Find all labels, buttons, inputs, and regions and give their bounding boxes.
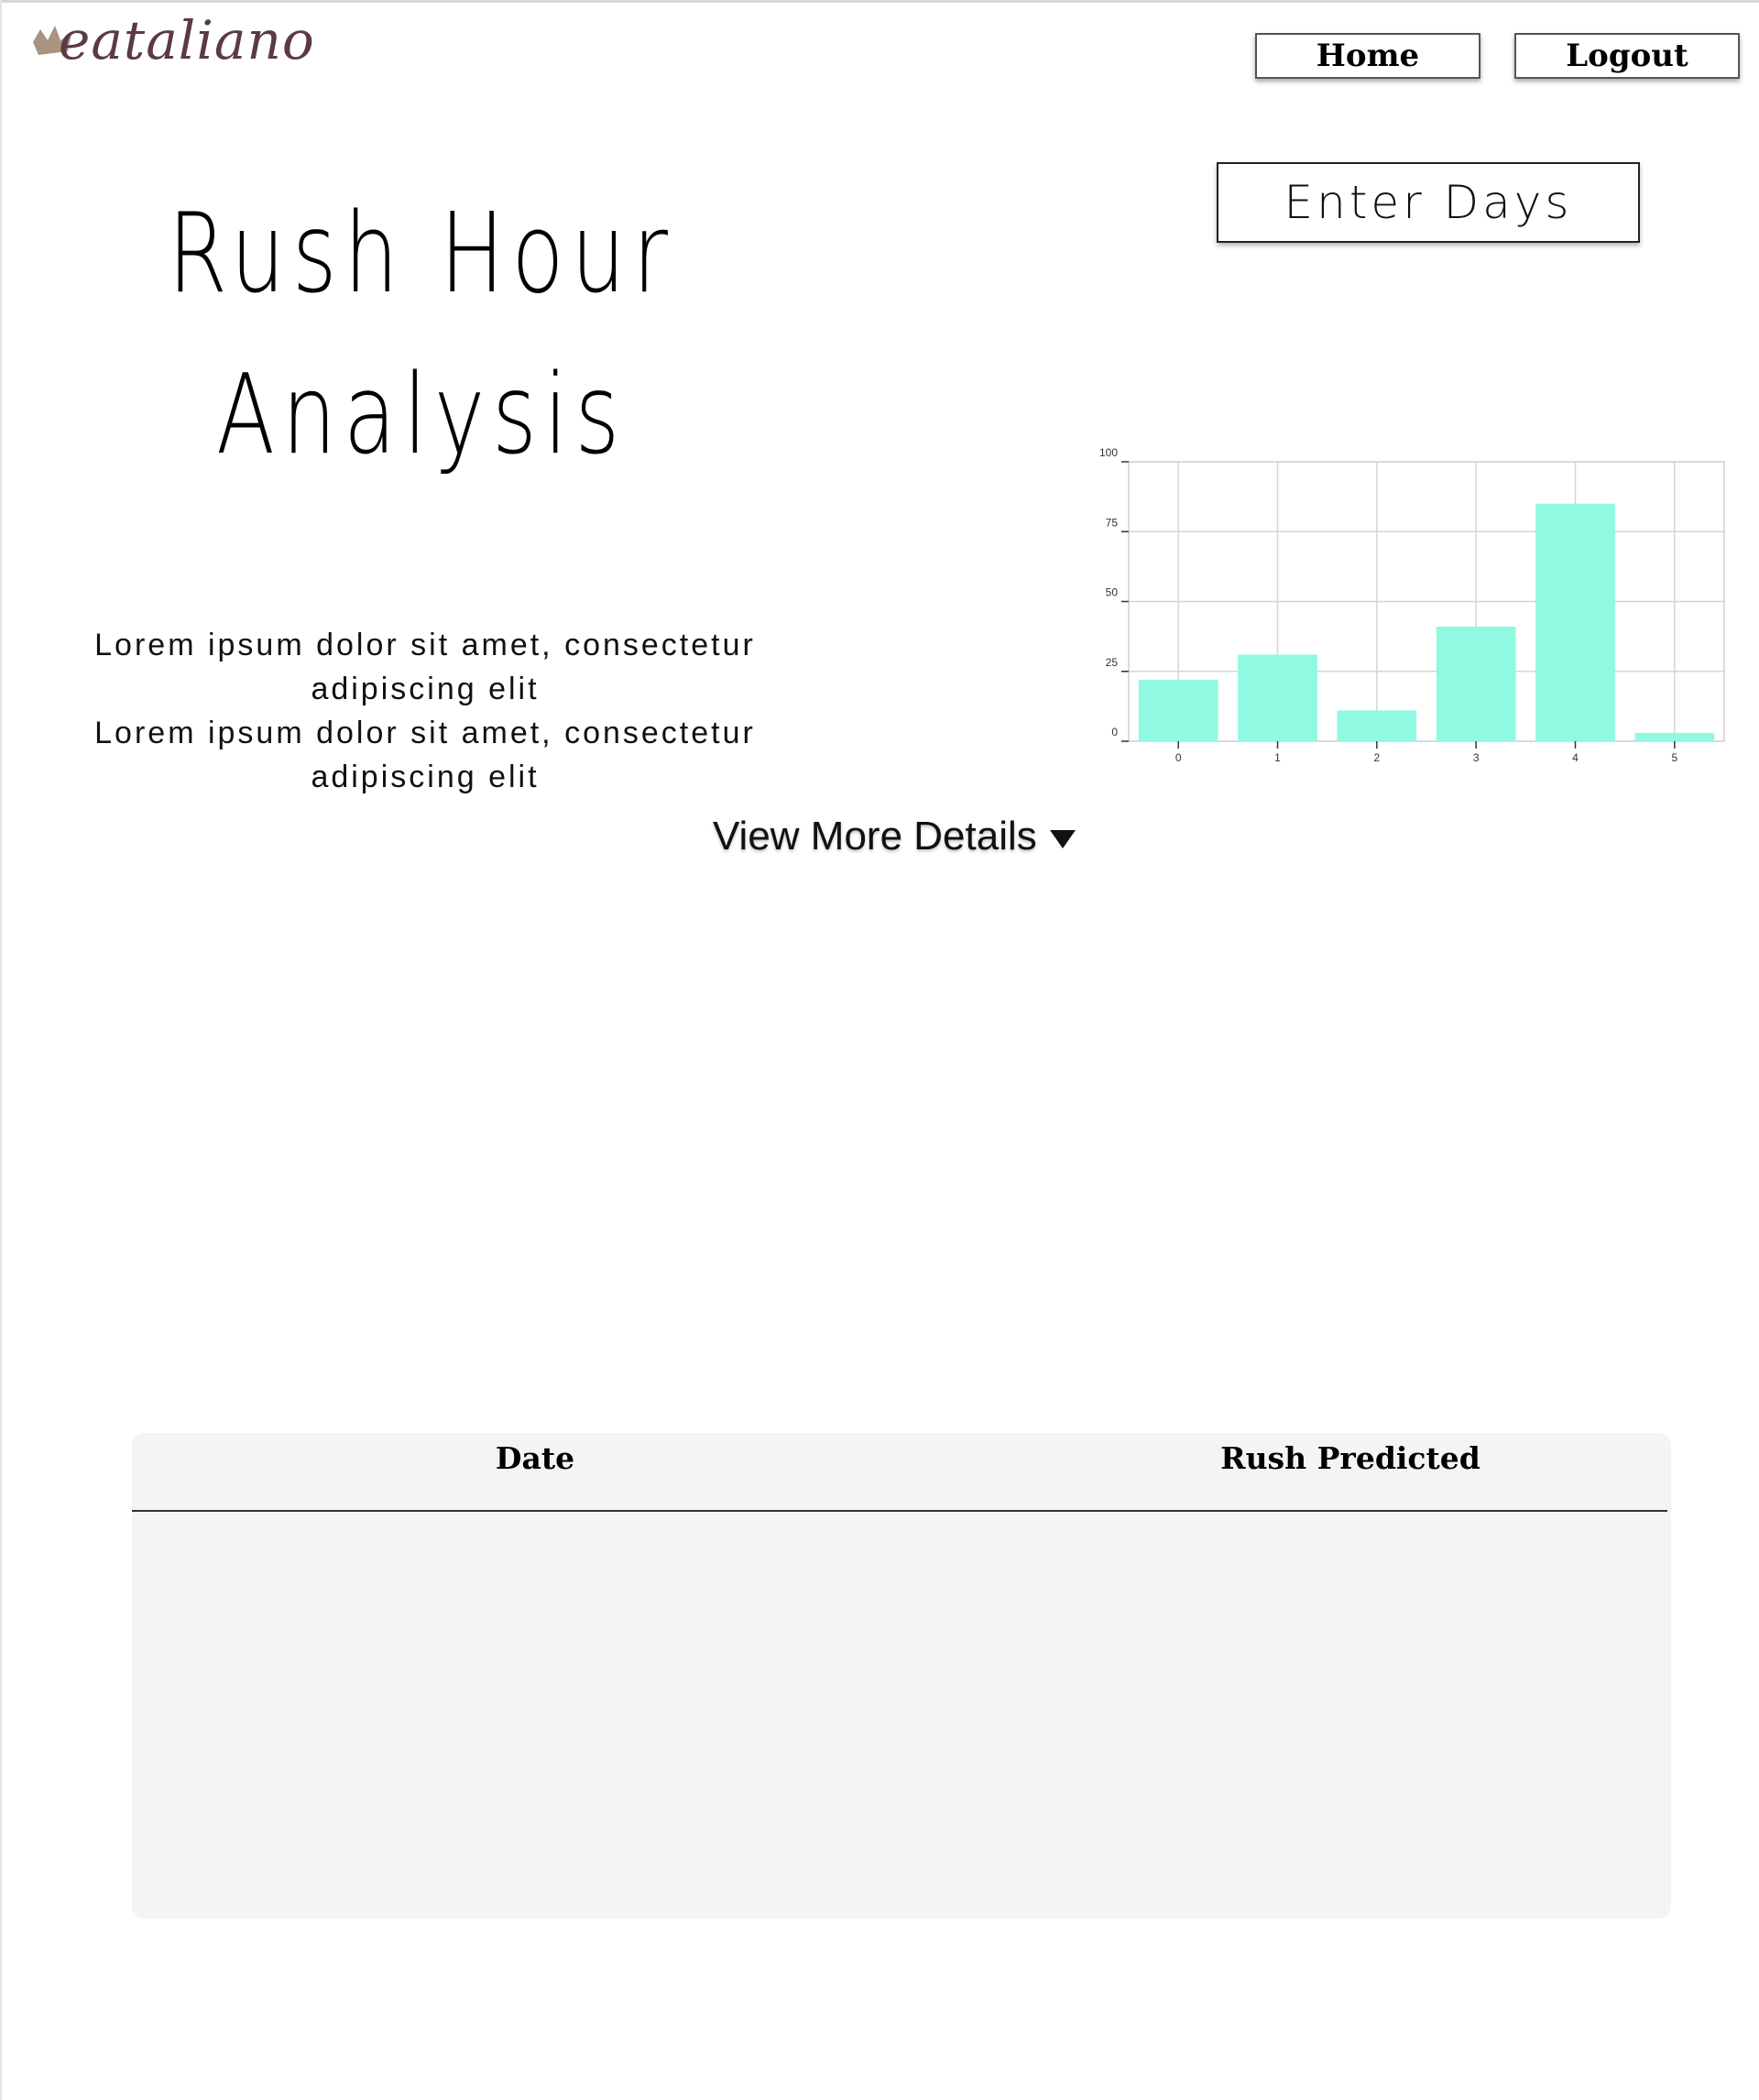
- window-left-border: [0, 0, 2, 2100]
- page-title-line-2: Analysis: [215, 352, 628, 479]
- brand-logo-text: eataliano: [59, 9, 315, 71]
- bar: [1535, 503, 1615, 741]
- bar: [1238, 654, 1317, 741]
- y-tick-label: 100: [1099, 446, 1118, 459]
- x-tick-label: 3: [1473, 751, 1480, 764]
- brand-logo[interactable]: eataliano: [31, 9, 315, 82]
- page-title: Rush Hour Analysis: [164, 174, 679, 497]
- x-tick-label: 5: [1671, 751, 1677, 764]
- enter-days-input[interactable]: [1217, 162, 1640, 243]
- bar: [1337, 710, 1417, 741]
- page-title-line-1: Rush Hour: [168, 191, 675, 318]
- column-header-date[interactable]: Date: [132, 1440, 938, 1476]
- logout-button[interactable]: Logout: [1514, 33, 1740, 79]
- y-tick-label: 25: [1106, 656, 1119, 669]
- bar: [1138, 679, 1218, 741]
- x-tick-label: 0: [1175, 751, 1182, 764]
- x-tick-label: 4: [1572, 751, 1579, 764]
- y-tick-label: 0: [1111, 726, 1118, 738]
- rush-hour-bar-chart: 0 25 50 75 100 0 1 2 3 4 5: [1099, 446, 1725, 764]
- view-more-details-link[interactable]: View More Details: [713, 814, 1076, 859]
- x-tick-label: 1: [1274, 751, 1281, 764]
- view-more-details-label: View More Details: [713, 814, 1037, 859]
- intro-line: Lorem ipsum dolor sit amet, consectetur: [94, 628, 756, 662]
- intro-line: Lorem ipsum dolor sit amet, consectetur: [94, 716, 756, 750]
- window-top-border: [0, 0, 1759, 3]
- bar: [1634, 732, 1715, 741]
- table-header-row: Date Rush Predicted: [132, 1433, 1667, 1512]
- caret-down-icon: [1049, 830, 1076, 848]
- intro-text: Lorem ipsum dolor sit amet, consectetur …: [37, 623, 814, 799]
- home-button[interactable]: Home: [1255, 33, 1480, 79]
- bar: [1436, 626, 1516, 741]
- rush-prediction-table: Date Rush Predicted: [132, 1433, 1671, 1919]
- x-tick-label: 2: [1373, 751, 1380, 764]
- y-tick-label: 50: [1106, 586, 1119, 599]
- intro-line: adipiscing elit: [311, 760, 540, 794]
- y-tick-label: 75: [1106, 516, 1119, 529]
- intro-line: adipiscing elit: [311, 672, 540, 706]
- column-header-rush-predicted[interactable]: Rush Predicted: [847, 1440, 1759, 1476]
